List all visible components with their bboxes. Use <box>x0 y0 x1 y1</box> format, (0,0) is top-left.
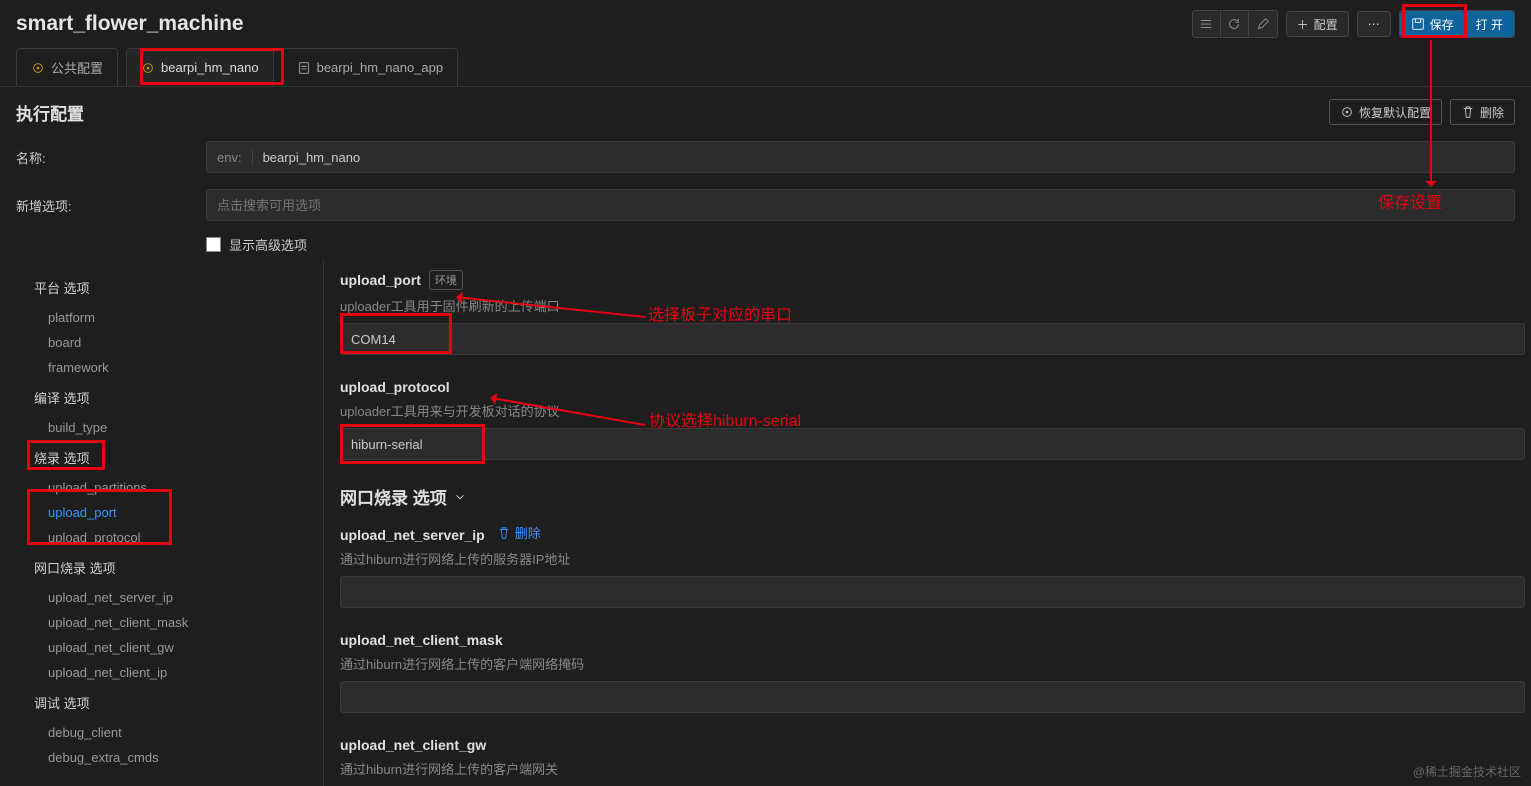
new-option-label: 新增选项: <box>16 196 186 215</box>
sidebar-item-net-client-ip[interactable]: upload_net_client_ip <box>28 660 323 685</box>
sidebar-group-debug[interactable]: 调试 选项 <box>28 685 323 720</box>
page-title: smart_flower_machine <box>16 12 244 36</box>
sidebar-item-board[interactable]: board <box>28 330 323 355</box>
net-server-ip-input[interactable] <box>340 576 1525 608</box>
opt-upload-port-title: upload_port环境 <box>340 270 463 290</box>
env-badge: 环境 <box>429 270 463 290</box>
opt-net-client-gw-desc: 通过hiburn进行网络上传的客户端网关 <box>340 759 1525 778</box>
sidebar-item-upload-partitions[interactable]: upload_partitions <box>28 475 323 500</box>
refresh-icon[interactable] <box>1221 11 1249 37</box>
sidebar-item-debug-extra-cmds[interactable]: debug_extra_cmds <box>28 745 323 770</box>
upload-protocol-input[interactable] <box>340 428 1525 460</box>
add-config-button[interactable]: ＋配置 <box>1286 11 1349 37</box>
opt-net-client-gw-title: upload_net_client_gw <box>340 737 486 753</box>
open-button[interactable]: 打 开 <box>1465 11 1514 37</box>
tab-common-config[interactable]: 公共配置 <box>16 48 118 86</box>
sidebar-group-build[interactable]: 编译 选项 <box>28 380 323 415</box>
section-title: 执行配置 <box>16 100 84 125</box>
subsection-net-upload[interactable]: 网口烧录 选项 <box>340 484 1525 509</box>
plus-icon: ＋ <box>1297 16 1309 33</box>
sidebar-group-net-upload[interactable]: 网口烧录 选项 <box>28 550 323 585</box>
sidebar-item-upload-protocol[interactable]: upload_protocol <box>28 525 323 550</box>
net-client-mask-input[interactable] <box>340 681 1525 713</box>
sidebar-item-build-type[interactable]: build_type <box>28 415 323 440</box>
delete-button[interactable]: 删除 <box>1450 99 1515 125</box>
tab-bearpi-nano[interactable]: bearpi_hm_nano <box>126 48 274 86</box>
restore-defaults-button[interactable]: 恢复默认配置 <box>1329 99 1442 125</box>
sidebar: 平台 选项 platform board framework 编译 选项 bui… <box>0 260 323 786</box>
sidebar-group-platform[interactable]: 平台 选项 <box>28 270 323 305</box>
watermark: @稀土掘金技术社区 <box>1413 763 1521 780</box>
name-label: 名称: <box>16 148 186 167</box>
sidebar-item-framework[interactable]: framework <box>28 355 323 380</box>
save-button[interactable]: 保存 <box>1400 11 1465 37</box>
name-input[interactable] <box>263 150 1504 165</box>
sidebar-item-platform[interactable]: platform <box>28 305 323 330</box>
edit-icon[interactable] <box>1249 11 1277 37</box>
opt-upload-port-desc: uploader工具用于固件刷新的上传端口 <box>340 296 1525 315</box>
advanced-label: 显示高级选项 <box>229 235 307 254</box>
opt-net-client-mask-title: upload_net_client_mask <box>340 632 503 648</box>
sidebar-item-net-client-gw[interactable]: upload_net_client_gw <box>28 635 323 660</box>
more-button[interactable]: ⋯ <box>1357 11 1391 37</box>
upload-port-input[interactable] <box>340 323 1525 355</box>
sidebar-group-upload[interactable]: 烧录 选项 <box>28 440 323 475</box>
chevron-down-icon <box>453 490 467 504</box>
opt-upload-protocol-title: upload_protocol <box>340 379 450 395</box>
sidebar-item-debug-client[interactable]: debug_client <box>28 720 323 745</box>
delete-option-link[interactable]: 删除 <box>497 523 541 542</box>
new-option-search[interactable] <box>217 198 1504 213</box>
header-actions: ＋配置 ⋯ 保存 打 开 <box>1192 10 1515 38</box>
list-icon[interactable] <box>1193 11 1221 37</box>
opt-net-server-ip-desc: 通过hiburn进行网络上传的服务器IP地址 <box>340 549 1525 568</box>
tab-bearpi-nano-app[interactable]: bearpi_hm_nano_app <box>282 48 459 86</box>
advanced-checkbox[interactable] <box>206 237 221 252</box>
sidebar-item-net-client-mask[interactable]: upload_net_client_mask <box>28 610 323 635</box>
content-area: upload_port环境 uploader工具用于固件刷新的上传端口 uplo… <box>323 260 1531 786</box>
sidebar-item-net-server-ip[interactable]: upload_net_server_ip <box>28 585 323 610</box>
env-prefix: env: <box>217 150 253 165</box>
sidebar-item-upload-port[interactable]: upload_port <box>28 500 323 525</box>
opt-upload-protocol-desc: uploader工具用来与开发板对话的协议 <box>340 401 1525 420</box>
opt-net-client-mask-desc: 通过hiburn进行网络上传的客户端网络掩码 <box>340 654 1525 673</box>
opt-net-server-ip-title: upload_net_server_ip <box>340 527 485 543</box>
